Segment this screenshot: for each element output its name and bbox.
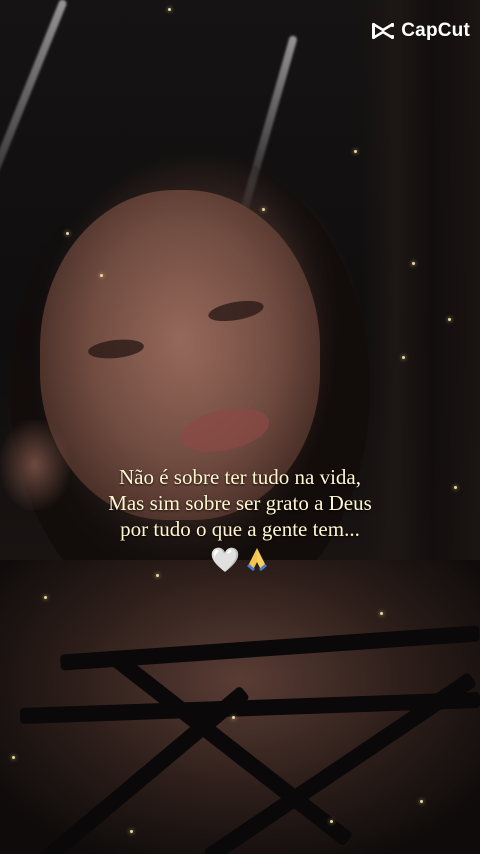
sparkle [156, 574, 159, 577]
sparkle [380, 612, 383, 615]
light-streak [0, 0, 68, 234]
sparkle [262, 208, 265, 211]
sparkle [454, 486, 457, 489]
sparkle [168, 8, 171, 11]
sparkle [412, 262, 415, 265]
caption-line-3: por tudo o que a gente tem... [120, 517, 360, 541]
capcut-watermark: CapCut [371, 20, 470, 42]
capcut-brand-text: CapCut [401, 20, 470, 41]
sparkle [330, 820, 333, 823]
caption-line-2: Mas sim sobre ser grato a Deus [108, 491, 372, 515]
caption-text: Não é sobre ter tudo na vida, Mas sim so… [40, 464, 440, 542]
sparkle [354, 150, 357, 153]
white-heart-icon: 🤍 [210, 546, 240, 574]
caption-line-1: Não é sobre ter tudo na vida, [118, 465, 361, 489]
photo-background: CapCut Não é sobre ter tudo na vida, Mas… [0, 0, 480, 854]
capcut-logo-icon [372, 22, 395, 40]
sparkle [448, 318, 451, 321]
sparkle [66, 232, 69, 235]
sparkle [130, 830, 133, 833]
sparkle [232, 716, 235, 719]
caption-emojis: 🤍 [200, 546, 280, 574]
praying-hands-icon [246, 548, 267, 571]
sparkle [420, 800, 423, 803]
sparkle [100, 274, 103, 277]
sparkle [12, 756, 15, 759]
sparkle [402, 356, 405, 359]
sparkle [44, 596, 47, 599]
